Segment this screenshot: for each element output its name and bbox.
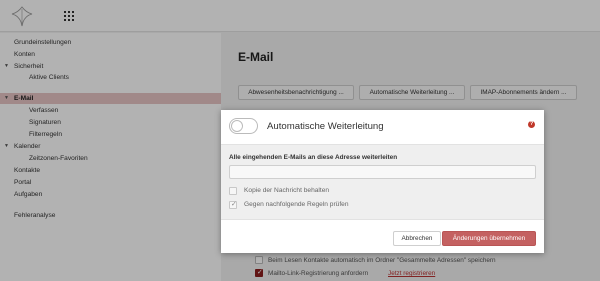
help-icon[interactable]: ? xyxy=(528,121,535,128)
keep-copy-checkbox[interactable] xyxy=(229,187,237,195)
dialog-footer: Abbrechen Änderungen übernehmen xyxy=(221,220,544,253)
dialog-header: Automatische Weiterleitung ? xyxy=(221,110,544,144)
keep-copy-label: Kopie der Nachricht behalten xyxy=(244,187,330,194)
check-rules-label: Gegen nachfolgende Regeln prüfen xyxy=(244,201,349,208)
toggle-knob xyxy=(231,120,243,132)
auto-forward-dialog: Automatische Weiterleitung ? Alle eingeh… xyxy=(221,110,544,253)
check-rules-checkbox[interactable] xyxy=(229,200,237,209)
forward-address-input[interactable] xyxy=(229,165,536,179)
cancel-button[interactable]: Abbrechen xyxy=(393,231,441,246)
forward-toggle[interactable] xyxy=(229,118,258,134)
dialog-body: Alle eingehenden E-Mails an diese Adress… xyxy=(221,144,544,220)
dialog-title: Automatische Weiterleitung xyxy=(267,121,384,132)
forward-address-label: Alle eingehenden E-Mails an diese Adress… xyxy=(229,154,398,161)
apply-changes-button[interactable]: Änderungen übernehmen xyxy=(442,231,536,246)
